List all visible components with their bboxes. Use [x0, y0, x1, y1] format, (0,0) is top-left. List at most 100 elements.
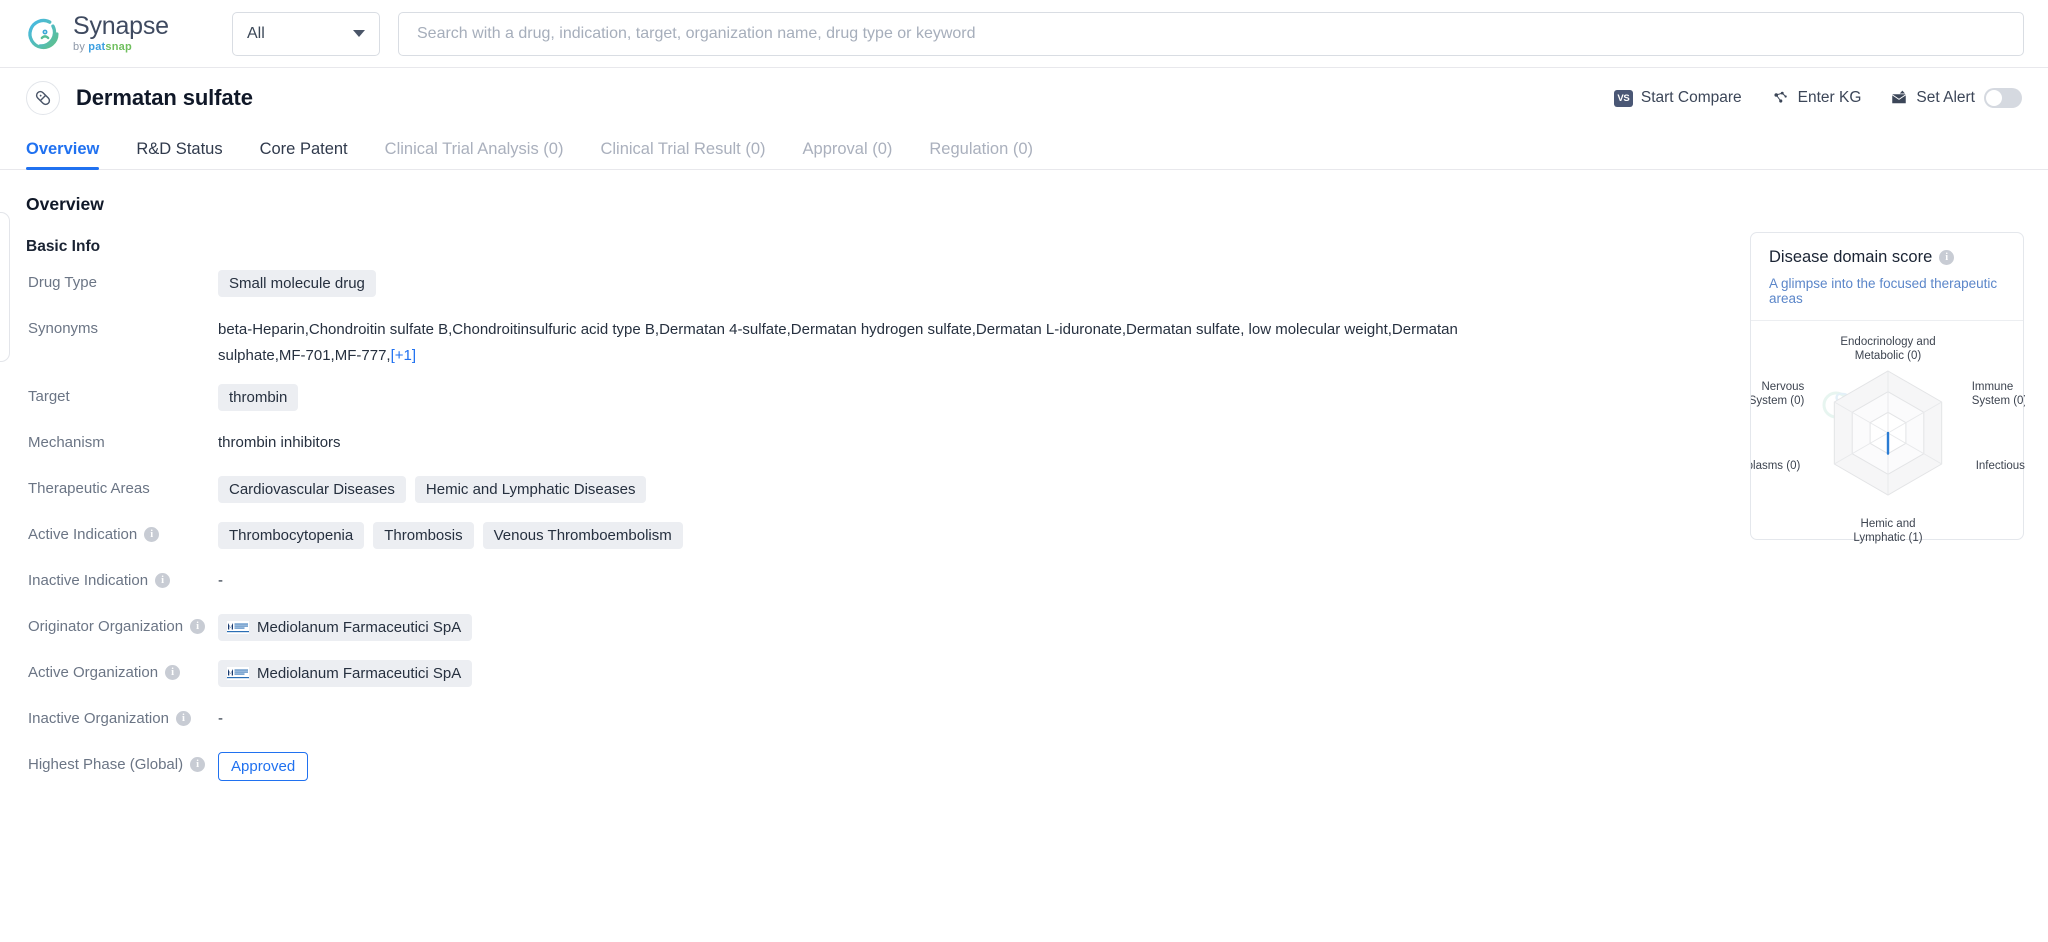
radar-axis-label: Infectious (0) — [1976, 460, 2025, 472]
radar-axis-label: Immune System (0) — [1972, 381, 2025, 407]
header-actions: VS Start Compare Enter KG Set Alert — [1613, 88, 2022, 108]
search-scope-dropdown[interactable]: All — [232, 11, 380, 56]
info-row-label: Synonyms — [28, 316, 218, 337]
radar-card-subtitle: A glimpse into the focused therapeutic a… — [1769, 276, 1998, 306]
info-row: Originator Organization i Mediolanum Farma… — [0, 614, 2048, 660]
info-row: Mechanism thrombin inhibitors — [0, 430, 2048, 476]
value-chip[interactable]: Thrombocytopenia — [218, 522, 365, 549]
detail-tabs: Overview R&D Status Core Patent Clinical Tr… — [0, 128, 2048, 170]
info-row: Synonyms beta-Heparin,Chondroitin sulfate… — [0, 316, 2048, 384]
info-row-value: Mediolanum Farmaceutici SpA — [218, 660, 2048, 687]
info-icon[interactable]: i — [175, 711, 191, 726]
highest-phase-chip[interactable]: Approved — [218, 752, 309, 781]
enter-kg-button[interactable]: Enter KG — [1770, 89, 1862, 107]
info-row-value: Mediolanum Farmaceutici SpA — [218, 614, 2048, 641]
info-row-label-text: Mechanism — [28, 434, 105, 451]
global-search-box[interactable] — [398, 11, 2024, 56]
info-row: Active Indication i Thrombocytopenia Thromb… — [0, 522, 2048, 568]
capsule-icon — [26, 81, 60, 115]
tab-clinical-trial-result-0[interactable]: Clinical Trial Result (0) — [600, 140, 765, 169]
radar-card-title: Disease domain score i — [1769, 248, 2005, 267]
sidebar-collapse-handle[interactable] — [0, 212, 10, 362]
radar-chart: Synapseby patsnapEndocrinology andMetabo… — [1751, 321, 2025, 549]
info-row-label: Inactive Indication i — [28, 568, 218, 589]
info-row-label-text: Target — [28, 388, 70, 405]
tab-approval-0[interactable]: Approval (0) — [803, 140, 893, 169]
info-row-label: Target — [28, 384, 218, 405]
tab-overview[interactable]: Overview — [26, 140, 100, 170]
info-row-label-text: Highest Phase (Global) — [28, 756, 184, 773]
tab-regulation-0[interactable]: Regulation (0) — [929, 140, 1033, 169]
info-icon[interactable]: i — [165, 665, 181, 680]
info-row: Target thrombin — [0, 384, 2048, 430]
value-chip[interactable]: thrombin — [218, 384, 299, 411]
empty-value: - — [218, 710, 223, 727]
tab-r-d-status[interactable]: R&D Status — [136, 140, 222, 169]
set-alert-toggle[interactable] — [1984, 88, 2022, 108]
info-row-label-text: Originator Organization — [28, 618, 184, 635]
value-chip[interactable]: Thrombosis — [373, 522, 474, 549]
brand-name: Synapse — [73, 12, 169, 40]
info-row-label: Drug Type — [28, 270, 218, 291]
search-scope-label: All — [247, 24, 265, 42]
info-row: Inactive Organization i - — [0, 706, 2048, 752]
info-row-label-text: Active Indication — [28, 526, 138, 543]
value-chip[interactable]: Cardiovascular Diseases — [218, 476, 406, 503]
chevron-down-icon — [353, 30, 365, 37]
synapse-logo-icon — [28, 18, 59, 49]
info-row-label-text: Active Organization — [28, 664, 159, 681]
organization-chip[interactable]: Mediolanum Farmaceutici SpA — [218, 660, 473, 687]
info-icon[interactable]: i — [1939, 250, 1955, 265]
info-row-value: - — [218, 568, 2048, 589]
info-row-label: Active Organization i — [28, 660, 218, 681]
info-row-label-text: Drug Type — [28, 274, 97, 291]
synonyms-text: beta-Heparin,Chondroitin sulfate B,Chond… — [218, 316, 1478, 369]
set-alert-control[interactable]: Set Alert — [1889, 88, 2022, 108]
start-compare-button[interactable]: VS Start Compare — [1613, 89, 1742, 107]
empty-value: - — [218, 572, 223, 589]
organization-logo-icon — [227, 667, 249, 680]
subsection-title-basic-info: Basic Info — [26, 238, 101, 255]
info-row-label: Active Indication i — [28, 522, 218, 543]
info-row: Drug Type Small molecule drug — [0, 270, 2048, 316]
info-row-label-text: Inactive Organization — [28, 710, 169, 727]
info-icon[interactable]: i — [144, 527, 160, 542]
disease-domain-score-card: Disease domain score i A glimpse into th… — [1750, 232, 2025, 544]
radar-chart-svg: Synapseby patsnapEndocrinology andMetabo… — [1751, 336, 2025, 544]
info-icon[interactable]: i — [190, 757, 206, 772]
synonyms-show-more-link[interactable]: [+1] — [391, 347, 416, 364]
info-icon[interactable]: i — [190, 619, 206, 634]
info-row: Therapeutic Areas Cardiovascular Diseases… — [0, 476, 2048, 522]
tab-core-patent[interactable]: Core Patent — [260, 140, 348, 169]
organization-logo-icon — [227, 621, 249, 634]
info-row-label: Mechanism — [28, 430, 218, 451]
start-compare-label: Start Compare — [1640, 89, 1742, 106]
versus-icon: VS — [1613, 89, 1633, 107]
organization-chip-label: Mediolanum Farmaceutici SpA — [257, 619, 462, 636]
synapse-logo[interactable]: Synapse by patsnap — [26, 14, 206, 53]
radar-axis-label: Nervous System (0) — [1751, 381, 1805, 407]
info-icon[interactable]: i — [155, 573, 171, 588]
info-row-value: Approved — [218, 752, 2048, 781]
page-title: Dermatan sulfate — [76, 85, 253, 110]
value-chip[interactable]: Hemic and Lymphatic Diseases — [414, 476, 647, 503]
radar-card-header: Disease domain score i A glimpse into th… — [1751, 233, 2023, 321]
organization-chip[interactable]: Mediolanum Farmaceutici SpA — [218, 614, 473, 641]
section-title-overview: Overview — [26, 194, 104, 214]
search-input[interactable] — [415, 12, 2007, 55]
set-alert-label: Set Alert — [1916, 89, 1975, 106]
radar-axis-label: Endocrinology and Metabolic (0) — [1840, 336, 1935, 362]
enter-kg-label: Enter KG — [1797, 89, 1862, 106]
value-chip[interactable]: Small molecule drug — [218, 270, 376, 297]
info-row: Highest Phase (Global) i Approved — [0, 752, 2048, 798]
info-row: Inactive Indication i - — [0, 568, 2048, 614]
info-row-label: Highest Phase (Global) i — [28, 752, 218, 773]
info-row-label-text: Therapeutic Areas — [28, 480, 150, 497]
tab-clinical-trial-analysis-0[interactable]: Clinical Trial Analysis (0) — [385, 140, 564, 169]
brand-tagline: by patsnap — [73, 41, 132, 53]
value-chip[interactable]: Venous Thromboembolism — [482, 522, 683, 549]
app-root: Synapse by patsnap All Dermatan sulfate — [0, 0, 2048, 942]
organization-chip-label: Mediolanum Farmaceutici SpA — [257, 665, 462, 682]
overview-content: Overview Basic Info Drug Type Small molec… — [0, 170, 2048, 940]
basic-info-rows: Drug Type Small molecule drug Synonyms beta… — [0, 270, 2048, 798]
